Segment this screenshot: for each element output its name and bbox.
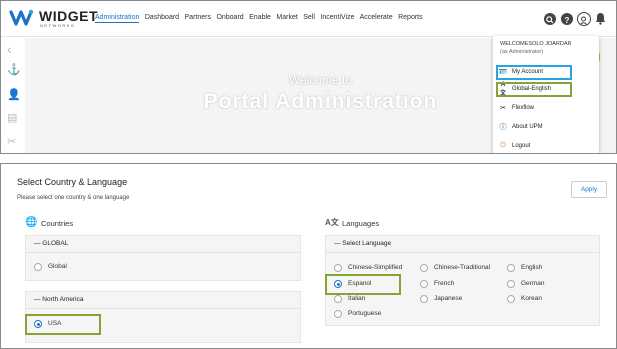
nav-administration[interactable]: Administration (95, 14, 140, 23)
search-icon[interactable] (544, 13, 556, 25)
nav-reports[interactable]: Reports (398, 14, 423, 21)
tools-icon: ✂ (500, 105, 506, 112)
user-avatar-icon[interactable] (577, 12, 591, 26)
notification-bell-icon[interactable] (595, 12, 606, 30)
menu-item-label: Logout (512, 143, 531, 149)
radio-label: French (434, 280, 455, 287)
user-name: WELCOMESOLO JOARDAR (500, 41, 572, 47)
radio-label: English (521, 264, 543, 271)
globe-icon: 🌐 (25, 217, 38, 228)
menu-item-label: Flexflow (512, 105, 535, 111)
nav-incentivize[interactable]: IncentiVize (320, 14, 354, 21)
power-icon: ⏻ (500, 142, 506, 149)
translate-icon: A文 (325, 218, 339, 227)
nav-dashboard[interactable]: Dashboard (145, 14, 179, 21)
menu-item-flexflow[interactable]: ✂ Flexflow (498, 102, 534, 114)
radio-chinese-traditional[interactable] (420, 264, 428, 272)
nav-partners[interactable]: Partners (185, 14, 211, 21)
radio-label: German (521, 280, 545, 287)
logo-subtext: NETWORKS (40, 23, 76, 28)
nav-sell[interactable]: Sell (303, 14, 315, 21)
radio-japanese[interactable] (420, 295, 428, 303)
document-icon[interactable]: ▤ (7, 111, 17, 124)
svg-text:?: ? (565, 16, 570, 25)
logo[interactable]: WIDGET NETWORKS (9, 8, 98, 33)
radio-italian[interactable] (334, 295, 342, 303)
chevron-left-icon[interactable]: ‹ (7, 41, 12, 57)
widget-logo-icon (9, 9, 34, 26)
group-header[interactable]: — North America (26, 292, 300, 309)
radio-label: Italian (348, 295, 366, 302)
tools-icon[interactable]: ✂ (7, 135, 16, 148)
radio-portuguese[interactable] (334, 310, 342, 318)
country-language-panel: Select Country & Language Please select … (0, 163, 617, 349)
nav-market[interactable]: Market (276, 14, 297, 21)
radio-german[interactable] (507, 280, 515, 288)
languages-label: Languages (342, 219, 380, 228)
group-header[interactable]: — GLOBAL (26, 236, 300, 253)
apply-button[interactable]: Apply (571, 181, 607, 198)
radio-label: Global (48, 263, 67, 270)
anchor-icon[interactable]: ⚓ (7, 63, 21, 76)
highlight-espanol (325, 274, 401, 295)
panel-subtitle: Please select one country & one language (17, 195, 130, 201)
highlight-my-account (496, 65, 572, 80)
menu-item-logout[interactable]: ⏻ Logout (498, 140, 530, 152)
group-header[interactable]: — Select Language (326, 236, 599, 253)
help-icon[interactable]: ? (561, 13, 573, 25)
radio-chinese-simplified[interactable] (334, 264, 342, 272)
left-sidebar: ‹ ⚓ 👤 ▤ ✂ (1, 38, 25, 153)
radio-label: Korean (521, 295, 542, 302)
nav-onboard[interactable]: Onboard (216, 14, 243, 21)
highlight-usa (25, 314, 101, 335)
radio-korean[interactable] (507, 295, 515, 303)
radio-global[interactable] (34, 263, 42, 271)
radio-label: Japanese (434, 295, 463, 302)
user-info: WELCOMESOLO JOARDAR (as Administrator) (500, 40, 572, 56)
menu-item-about[interactable]: ⓘ About UPM (498, 121, 543, 133)
radio-label: Portuguese (348, 310, 382, 317)
radio-label: Chinese-Traditional (434, 264, 491, 271)
person-icon[interactable]: 👤 (7, 88, 21, 101)
user-role: (as Administrator) (500, 49, 544, 55)
radio-label: Chinese-Simplified (348, 264, 403, 271)
logo-text: WIDGET (39, 8, 98, 24)
radio-french[interactable] (420, 280, 428, 288)
nav-accelerate[interactable]: Accelerate (360, 14, 393, 21)
global-group: — GLOBAL Global (25, 235, 301, 281)
menu-item-label: About UPM (512, 124, 543, 130)
panel-title: Select Country & Language (17, 177, 128, 187)
info-icon: ⓘ (499, 124, 507, 131)
top-header: WIDGET NETWORKS Administration Dashboard… (1, 1, 616, 37)
highlight-language (496, 82, 572, 97)
radio-english[interactable] (507, 264, 515, 272)
countries-label: Countries (41, 219, 74, 228)
main-nav: Administration Dashboard Partners Onboar… (95, 14, 426, 23)
nav-enable[interactable]: Enable (249, 14, 271, 21)
admin-portal-panel: WIDGET NETWORKS Administration Dashboard… (0, 0, 617, 154)
